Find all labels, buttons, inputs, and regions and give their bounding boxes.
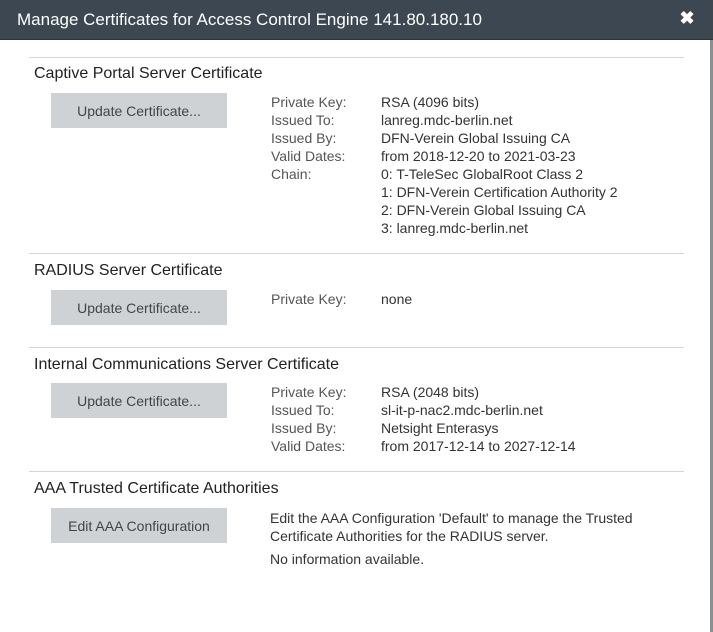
field-value: Netsight Enterasys [381,420,499,436]
no-information-text: No information available. [270,551,425,567]
close-icon[interactable]: ✖ [679,8,695,28]
field-label: Issued By: [271,130,337,146]
section-divider [29,253,684,254]
chain-entry: 1: DFN-Verein Certification Authority 2 [381,184,618,200]
section-divider [29,471,684,472]
field-label: Private Key: [271,291,347,307]
field-label: Issued By: [271,420,337,436]
section-title-captive-portal: Captive Portal Server Certificate [34,65,263,82]
field-value: RSA (4096 bits) [381,94,480,110]
dialog-titlebar: Manage Certificates for Access Control E… [0,0,713,40]
edit-aaa-configuration-button[interactable]: Edit AAA Configuration [51,508,227,543]
field-label: Chain: [271,166,312,182]
field-label: Valid Dates: [271,438,346,454]
section-divider [29,57,684,58]
field-label: Private Key: [271,94,347,110]
section-title-radius: RADIUS Server Certificate [34,262,223,279]
section-title-internal-communications: Internal Communications Server Certifica… [34,356,340,373]
chain-entry: 3: lanreg.mdc-berlin.net [381,220,529,236]
field-label: Valid Dates: [271,148,346,164]
section-title-aaa-trusted-cas: AAA Trusted Certificate Authorities [34,480,279,497]
section-divider [29,347,684,348]
field-value: none [381,291,413,307]
field-value: sl-it-p-nac2.mdc-berlin.net [381,402,543,418]
field-value: from 2017-12-14 to 2027-12-14 [381,438,576,454]
update-captive-portal-certificate-button[interactable]: Update Certificate... [51,93,227,128]
field-value: from 2018-12-20 to 2021-03-23 [381,148,576,164]
manage-certificates-dialog: Manage Certificates for Access Control E… [0,0,713,632]
update-radius-certificate-button[interactable]: Update Certificate... [51,290,227,325]
field-value: RSA (2048 bits) [381,384,480,400]
field-label: Private Key: [271,384,347,400]
field-label: Issued To: [271,402,335,418]
field-value: lanreg.mdc-berlin.net [381,112,513,128]
aaa-description: Edit the AAA Configuration 'Default' to … [270,510,633,544]
field-value: DFN-Verein Global Issuing CA [381,130,571,146]
chain-entry: 2: DFN-Verein Global Issuing CA [381,202,586,218]
field-label: Issued To: [271,112,335,128]
dialog-title: Manage Certificates for Access Control E… [17,10,482,29]
update-internal-communications-certificate-button[interactable]: Update Certificate... [51,383,227,418]
chain-entry: 0: T-TeleSec GlobalRoot Class 2 [381,166,584,182]
